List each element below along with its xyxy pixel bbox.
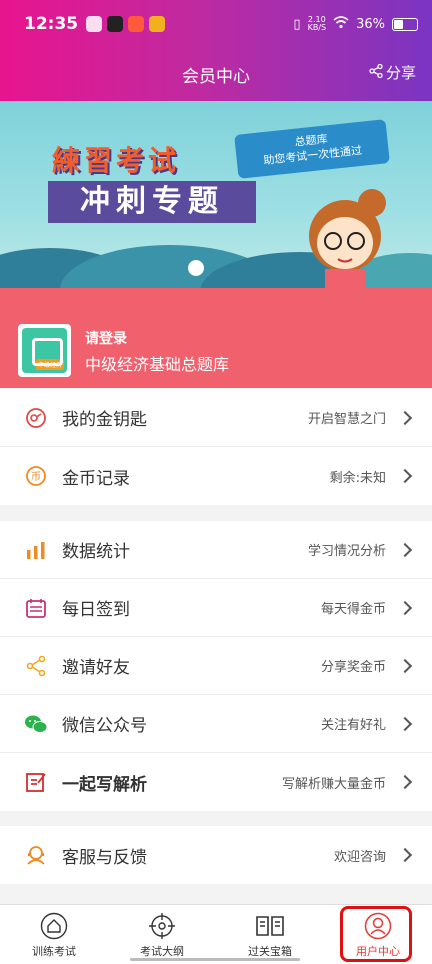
app-notification-icon <box>86 16 103 32</box>
menu-label: 客服与反馈 <box>62 847 147 868</box>
tab-label: 考试大纲 <box>140 945 184 958</box>
menu-item-customer-service[interactable]: 客服与反馈 欢迎咨询 <box>0 826 432 884</box>
app-notification-icon <box>107 16 124 32</box>
menu-sub: 每天得金币 <box>320 602 386 617</box>
tab-training-exam[interactable]: 训练考试 <box>0 905 108 964</box>
menu-label: 每日签到 <box>62 600 130 620</box>
girl-illustration <box>309 189 386 288</box>
banner-word2: 冲刺专题 <box>48 181 256 223</box>
status-bar: 12:35 ▯ 2.10 KB/S 36% <box>0 0 432 48</box>
title-bar: 会员中心 分享 <box>0 48 432 101</box>
menu-group-account: 我的金钥匙 开启智慧之门 币 金币记录 剩余:未知 <box>0 389 432 505</box>
chevron-right-icon <box>397 774 413 790</box>
tab-label: 训练考试 <box>32 945 76 958</box>
edit-icon <box>24 770 48 794</box>
menu-label: 数据统计 <box>62 542 130 562</box>
chevron-right-icon <box>397 542 413 557</box>
menu-label: 邀请好友 <box>62 658 130 678</box>
svg-text:币: 币 <box>31 471 41 483</box>
menu-label: 金币记录 <box>62 468 130 489</box>
app-notification-icon <box>149 16 166 32</box>
share-button[interactable]: 分享 <box>369 62 416 83</box>
tab-pass-treasure[interactable]: 过关宝箱 <box>216 905 324 964</box>
menu-sub: 写解析赚大量金币 <box>281 776 386 792</box>
home-indicator <box>130 958 300 961</box>
share-label: 分享 <box>385 64 416 82</box>
menu-item-write-analysis[interactable]: 一起写解析 写解析赚大量金币 <box>0 753 432 811</box>
share-icon <box>369 63 383 82</box>
chevron-right-icon <box>397 468 413 484</box>
app-notification-icon <box>128 16 145 32</box>
wifi-icon <box>333 15 349 33</box>
book-icon <box>255 911 285 941</box>
login-panel[interactable]: 中级经济 请登录 中级经济基础总题库 <box>0 288 432 388</box>
menu-label: 一起写解析 <box>62 774 147 795</box>
menu-item-statistics[interactable]: 数据统计 学习情况分析 <box>0 521 432 579</box>
battery-icon <box>392 17 418 31</box>
question-bank-icon: 中级经济 <box>22 328 67 373</box>
net-speed-unit: KB/S <box>307 23 327 32</box>
menu-sub: 剩余:未知 <box>329 470 386 486</box>
promo-banner[interactable]: 練習考试 冲刺专题 总题库 助您考试一次性通过 <box>0 101 432 288</box>
menu-sub: 学习情况分析 <box>307 544 386 559</box>
menu-item-golden-key[interactable]: 我的金钥匙 开启智慧之门 <box>0 389 432 447</box>
header: 12:35 ▯ 2.10 KB/S 36% 会员中心 分享 <box>0 0 432 101</box>
share-icon <box>24 654 48 678</box>
customer-service-icon <box>24 843 48 867</box>
chevron-right-icon <box>397 847 413 863</box>
menu-sub: 开启智慧之门 <box>307 412 386 427</box>
vibrate-icon: ▯ <box>293 16 301 32</box>
page-title: 会员中心 <box>182 67 250 87</box>
menu-sub: 分享奖金币 <box>320 660 386 675</box>
tab-exam-outline[interactable]: 考试大纲 <box>108 905 216 964</box>
banner-word1: 練習考试 <box>52 144 181 177</box>
banner-bubble: 总题库 助您考试一次性通过 <box>234 119 390 179</box>
menu-sub: 欢迎咨询 <box>333 849 386 865</box>
menu-sub: 关注有好礼 <box>320 718 386 733</box>
menu-label: 微信公众号 <box>62 716 147 736</box>
avatar-badge-text: 中级经济 <box>36 359 65 370</box>
home-icon <box>39 911 69 941</box>
key-icon <box>24 406 48 430</box>
menu-group-support: 客服与反馈 欢迎咨询 <box>0 826 432 884</box>
menu-item-daily-checkin[interactable]: 每日签到 每天得金币 <box>0 579 432 637</box>
chevron-right-icon <box>397 600 413 615</box>
menu-item-invite-friends[interactable]: 邀请好友 分享奖金币 <box>0 637 432 695</box>
login-prompt[interactable]: 请登录 <box>85 328 127 348</box>
coin-icon: 币 <box>24 464 48 488</box>
bar-chart-icon <box>24 538 48 562</box>
menu-group-features: 数据统计 学习情况分析 每日签到 每天得金币 邀请好友 分享奖金币 微信公众号 … <box>0 521 432 811</box>
menu-label: 我的金钥匙 <box>62 410 147 430</box>
status-time: 12:35 <box>24 14 79 34</box>
target-icon <box>147 911 177 941</box>
menu-item-coin-record[interactable]: 币 金币记录 剩余:未知 <box>0 447 432 505</box>
net-speed: 2.10 KB/S <box>308 16 327 32</box>
menu-item-wechat-official[interactable]: 微信公众号 关注有好礼 <box>0 695 432 753</box>
exam-bank-name: 中级经济基础总题库 <box>85 355 230 374</box>
wechat-icon <box>24 712 48 736</box>
chevron-right-icon <box>397 716 413 731</box>
active-tab-highlight <box>340 906 412 962</box>
chevron-right-icon <box>397 658 413 673</box>
chevron-right-icon <box>397 410 413 425</box>
exam-bank-avatar: 中级经济 <box>18 324 71 377</box>
battery-percent: 36% <box>356 16 385 32</box>
calendar-icon <box>24 596 48 620</box>
tab-label: 过关宝箱 <box>248 945 292 958</box>
